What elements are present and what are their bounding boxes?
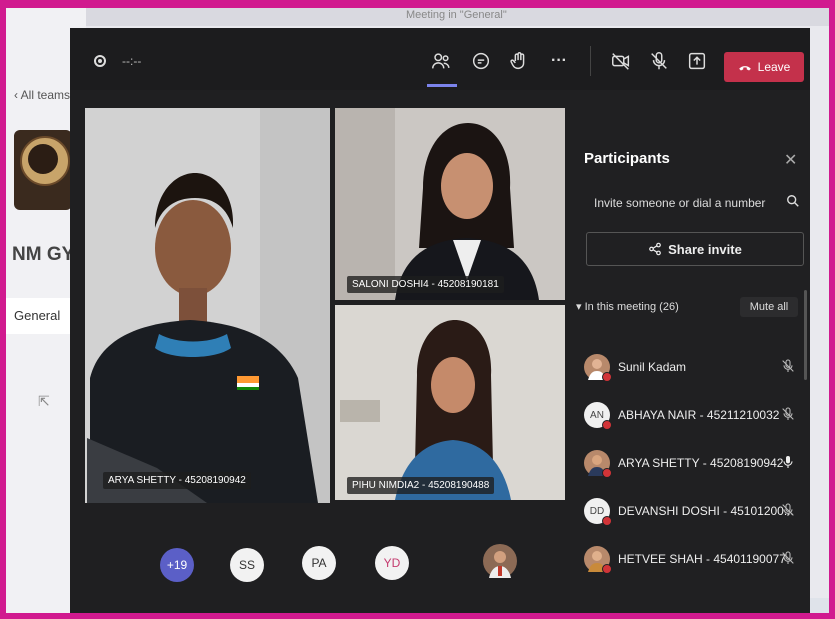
participant-avatar: AN: [584, 402, 612, 430]
meeting-controls: --:-- ··· Leave: [70, 28, 810, 90]
participant-initials: AN: [590, 409, 604, 421]
close-icon[interactable]: ✕: [784, 150, 797, 170]
more-actions-icon[interactable]: ···: [546, 48, 572, 74]
invite-input[interactable]: [584, 188, 802, 218]
participant-row[interactable]: AN ABHAYA NAIR - 45211210032: [570, 396, 810, 440]
more-participants-badge[interactable]: +19: [160, 548, 194, 582]
team-logo: [14, 130, 72, 210]
participant-photo-avatar: [483, 544, 517, 578]
video-tile-3: PIHU NIMDIA2 - 45208190488: [335, 305, 565, 500]
phone-hangup-icon: [738, 66, 751, 71]
participant-avatar: YD: [375, 546, 409, 580]
participant-avatar: DD: [584, 498, 612, 526]
participant-avatar: SS: [230, 548, 264, 582]
active-tab-indicator: [427, 84, 457, 87]
participant-avatar: PA: [302, 546, 336, 580]
participant-video: [85, 108, 330, 503]
share-invite-button[interactable]: Share invite: [586, 232, 804, 266]
mouse-cursor-icon: ⇱: [38, 393, 50, 409]
screen: Meeting in "General" ‹ All teams NM GYM …: [6, 8, 829, 613]
meeting-timer: --:--: [122, 54, 142, 68]
participant-row[interactable]: HETVEE SHAH - 45401190077: [570, 540, 810, 584]
mic-on-icon[interactable]: [780, 454, 796, 470]
mic-off-icon[interactable]: [780, 502, 796, 518]
in-meeting-section[interactable]: ▾ In this meeting (26): [576, 300, 679, 313]
back-link-label: All teams: [20, 88, 71, 102]
participant-name: Sunil Kadam: [618, 360, 687, 374]
meeting-window: --:-- ··· Leave ARYA SHETTY - 4520819094…: [70, 28, 810, 613]
participant-name: ABHAYA NAIR - 45211210032: [618, 408, 780, 422]
mic-off-icon[interactable]: [646, 48, 672, 74]
participant-name-label: SALONI DOSHI4 - 45208190181: [347, 276, 504, 293]
mute-all-button[interactable]: Mute all: [740, 297, 798, 317]
share-icon: [649, 242, 662, 256]
raise-hand-icon[interactable]: [506, 48, 532, 74]
participant-avatar: [584, 546, 612, 574]
window-title: Meeting in "General": [406, 9, 507, 21]
invite-search: [584, 188, 802, 218]
participants-panel: Participants ✕ Share invite ▾ In this me…: [570, 90, 810, 613]
participant-name-label: PIHU NIMDIA2 - 45208190488: [347, 477, 495, 494]
video-tile-main: ARYA SHETTY - 45208190942: [85, 108, 330, 503]
mic-off-icon[interactable]: [780, 358, 796, 374]
participant-name: DEVANSHI DOSHI - 45101200...: [618, 504, 794, 518]
mic-off-icon[interactable]: [780, 406, 796, 422]
background-titlebar: Meeting in "General": [76, 8, 829, 26]
recording-icon: [94, 55, 106, 67]
in-meeting-label: In this meeting (26): [584, 301, 679, 313]
channel-label: General: [14, 308, 61, 323]
participant-name: ARYA SHETTY - 45208190942: [618, 456, 784, 470]
participant-name: HETVEE SHAH - 45401190077: [618, 552, 786, 566]
participant-initials: DD: [589, 505, 605, 517]
video-tile-2: SALONI DOSHI4 - 45208190181: [335, 108, 565, 300]
participant-name-label: ARYA SHETTY - 45208190942: [103, 472, 251, 489]
share-screen-icon[interactable]: [684, 48, 710, 74]
leave-button[interactable]: Leave: [724, 52, 804, 82]
share-invite-label: Share invite: [668, 241, 742, 257]
chat-icon[interactable]: [468, 48, 494, 74]
participant-row[interactable]: ARYA SHETTY - 45208190942: [570, 444, 810, 488]
leave-label: Leave: [757, 60, 791, 74]
participants-title: Participants: [584, 150, 670, 167]
participant-row[interactable]: DD DEVANSHI DOSHI - 45101200...: [570, 492, 810, 536]
show-participants-icon[interactable]: [428, 48, 454, 74]
stage-avatars-row: +19 SS PA YD: [70, 506, 570, 613]
participant-avatar: [584, 450, 612, 478]
camera-off-icon[interactable]: [608, 48, 634, 74]
mic-off-icon[interactable]: [780, 550, 796, 566]
search-icon: [787, 195, 799, 207]
toolbar-separator: [590, 46, 591, 76]
participant-row[interactable]: Sunil Kadam: [570, 348, 810, 392]
back-link[interactable]: ‹ All teams: [14, 88, 70, 102]
participant-video: [335, 108, 565, 300]
participant-avatar: [584, 354, 612, 382]
participant-video: [335, 305, 565, 500]
